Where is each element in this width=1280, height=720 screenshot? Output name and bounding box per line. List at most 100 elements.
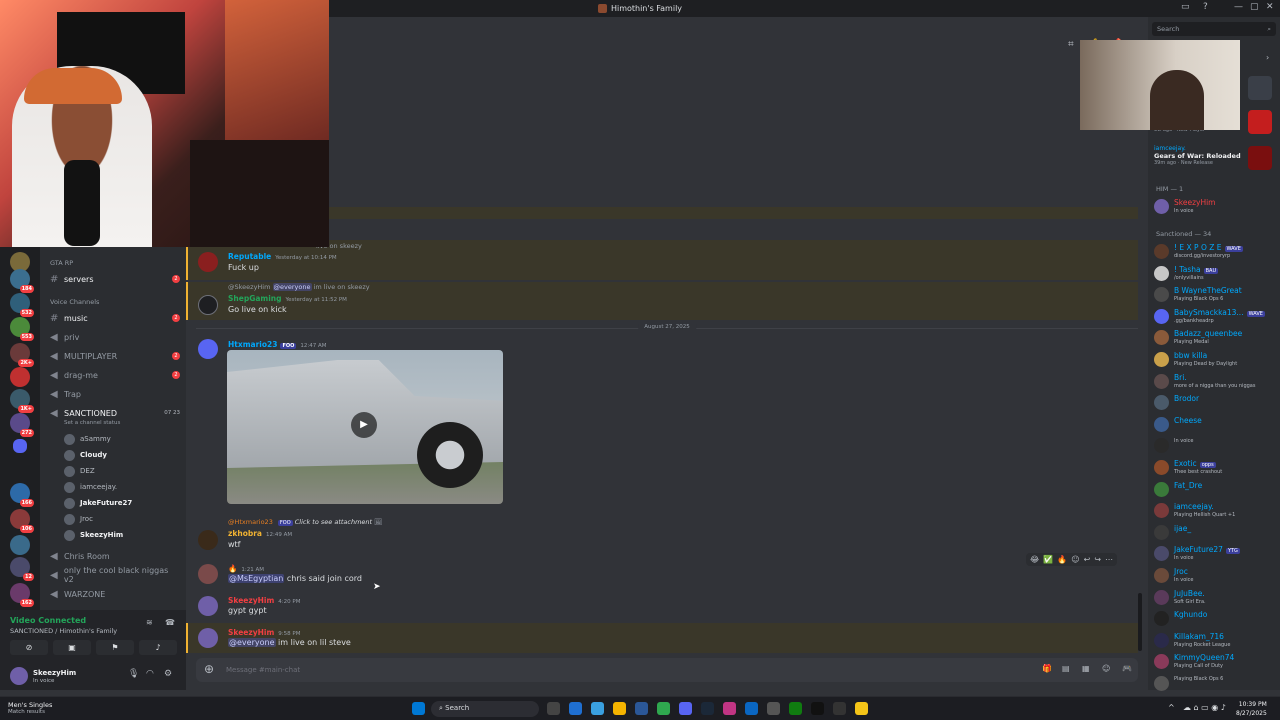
taskbar-search[interactable]: ⌕ Search — [431, 701, 539, 717]
member-item[interactable]: BabySmackka13... WAVE .gg/bankheadrp — [1154, 308, 1265, 328]
windows-start-icon[interactable] — [412, 702, 425, 715]
member-item[interactable]: ! E X P O Z E WAVE discord.gg/investoryrp — [1154, 243, 1243, 263]
everyone-mention[interactable]: @everyone — [272, 283, 312, 291]
message-author[interactable]: ShepGaming Yesterday at 11:52 PM — [228, 294, 347, 303]
activity-card[interactable]: iamceejay. Gears of War: Reloaded 39m ag… — [1154, 145, 1241, 166]
gear-icon[interactable]: ⚙ — [164, 669, 172, 679]
member-item[interactable]: Playing Black Ops 6 — [1154, 675, 1223, 695]
reply-preview[interactable]: @Htxmario23 FOO Click to see attachment … — [228, 518, 382, 526]
message-author[interactable]: Reputable Yesterday at 10:14 PM — [228, 252, 337, 261]
activities-button[interactable]: ⚑ — [96, 640, 134, 655]
avatar[interactable] — [198, 628, 218, 648]
tray-icons[interactable]: ☁ ⌂ ▭ ◉ ♪ — [1183, 703, 1226, 712]
avatar[interactable] — [198, 564, 218, 584]
member-item[interactable]: In voice — [1154, 437, 1193, 457]
gif-icon[interactable]: ▤ — [1062, 664, 1070, 673]
threads-icon[interactable]: ⌗ — [1068, 39, 1074, 50]
avatar[interactable] — [198, 530, 218, 550]
member-item[interactable]: Killakam_716 Playing Rocket League — [1154, 632, 1230, 652]
channel-warzone[interactable]: ◀ WARZONE — [50, 586, 180, 602]
weather-widget[interactable]: Men's Singles Match results — [8, 701, 52, 715]
avatar[interactable] — [198, 252, 218, 272]
channel-servers[interactable]: # servers 2 — [50, 271, 180, 287]
minimize-button[interactable]: — — [1234, 2, 1243, 12]
server-icon-10[interactable]: 106 — [10, 509, 34, 533]
avatar[interactable] — [10, 667, 28, 685]
tray-chevron-icon[interactable]: ^ — [1168, 703, 1175, 712]
member-item[interactable]: ijae_ — [1154, 524, 1191, 544]
steam-icon[interactable] — [701, 702, 714, 715]
add-reaction-icon[interactable]: ☺ — [1071, 555, 1079, 564]
copilot-icon[interactable] — [591, 702, 604, 715]
voice-user[interactable]: Jroc — [64, 512, 93, 526]
avatar[interactable] — [198, 295, 218, 315]
emoji-icon[interactable]: ☺ — [1102, 664, 1110, 673]
server-icon-11[interactable] — [10, 535, 30, 555]
reply-preview[interactable]: @SkeezyHim @everyone im live on skeezy — [228, 283, 370, 291]
mic-icon[interactable]: 🎙 — [128, 669, 139, 679]
explorer-icon[interactable] — [613, 702, 626, 715]
message-author[interactable]: zkhobra 12:49 AM — [228, 529, 292, 538]
voice-user[interactable]: JakeFuture27 — [64, 496, 132, 510]
voice-user[interactable]: Cloudy — [64, 448, 107, 462]
gift-icon[interactable]: 🎁 — [1042, 664, 1052, 673]
member-item[interactable]: Cheese — [1154, 416, 1202, 436]
disconnect-icon[interactable]: ☎ — [165, 618, 175, 627]
member-item[interactable]: JakeFuture27 YTG In voice — [1154, 545, 1240, 565]
sticker-icon[interactable]: ▦ — [1082, 664, 1090, 673]
game-icon-side[interactable] — [1248, 76, 1272, 100]
reply-icon[interactable]: ↩ — [1084, 555, 1091, 564]
close-button[interactable]: ✕ — [1266, 2, 1274, 12]
server-icon-12[interactable]: 12 — [10, 557, 34, 581]
member-item[interactable]: SkeezyHim In voice — [1154, 198, 1215, 218]
channel-sanctioned[interactable]: ◀ SANCTIONED 07 23 — [50, 405, 180, 421]
discord-icon[interactable] — [679, 702, 692, 715]
everyone-mention[interactable]: @everyone — [228, 638, 276, 647]
voice-location[interactable]: SANCTIONED / Himothin's Family — [10, 627, 117, 635]
server-icon-9[interactable]: 166 — [10, 483, 34, 507]
member-item[interactable]: B WayneTheGreat Playing Black Ops 6 — [1154, 286, 1242, 306]
message-author[interactable]: 🔥 1:21 AM — [228, 564, 264, 573]
voice-user[interactable]: aSammy — [64, 432, 111, 446]
message-author[interactable]: SkeezyHim 9:58 PM — [228, 628, 300, 637]
signal-icon[interactable]: ≋ — [146, 618, 153, 627]
member-item[interactable]: Kghundo — [1154, 610, 1207, 630]
folder-icon[interactable] — [13, 439, 27, 453]
channel-music[interactable]: # music 2 — [50, 310, 180, 326]
discord-avatar-icon[interactable] — [198, 339, 218, 359]
channel-chris-room[interactable]: ◀ Chris Room — [50, 548, 180, 564]
gears-of-war-icon[interactable] — [1248, 146, 1272, 170]
channel-cool[interactable]: ◀ only the cool black niggas v2 — [50, 566, 180, 584]
member-item[interactable]: iamceejay. Playing Hellish Quart +1 — [1154, 502, 1235, 522]
sticky-notes-icon[interactable] — [855, 702, 868, 715]
channel-priv[interactable]: ◀ priv — [50, 329, 180, 345]
channel-status-hint[interactable]: Set a channel status — [64, 420, 120, 426]
among-us-icon[interactable] — [1248, 110, 1272, 134]
app-icon[interactable] — [833, 702, 846, 715]
member-item[interactable]: Exotic opps Thee best crashout — [1154, 459, 1222, 479]
scrollbar[interactable] — [1138, 593, 1142, 651]
tiktok-icon[interactable] — [811, 702, 824, 715]
server-icon-7[interactable]: 1K+ — [10, 389, 34, 413]
member-item[interactable]: ! Tasha BAU/onlyvillains — [1154, 265, 1219, 285]
chevron-right-icon[interactable]: › — [1266, 53, 1269, 62]
app-icon[interactable] — [745, 702, 758, 715]
server-icon-3[interactable]: 532 — [10, 293, 34, 317]
forward-icon[interactable]: ↪ — [1094, 555, 1101, 564]
channel-multiplayer[interactable]: ◀ MULTIPLAYER 2 — [50, 348, 180, 364]
maximize-button[interactable]: ▢ — [1250, 2, 1259, 12]
more-icon[interactable]: ⋯ — [1105, 555, 1113, 564]
message-author[interactable]: SkeezyHim 4:20 PM — [228, 596, 300, 605]
member-item[interactable]: Brodor — [1154, 394, 1199, 414]
category-gta[interactable]: GTA RP — [50, 259, 73, 267]
reaction-icon[interactable]: 😂 — [1030, 555, 1039, 564]
server-icon-8[interactable]: 272 — [10, 413, 34, 437]
avatar[interactable] — [198, 596, 218, 616]
category-voice[interactable]: Voice Channels — [50, 298, 99, 306]
soundboard-button[interactable]: ♪ — [139, 640, 177, 655]
voice-user[interactable]: DEZ — [64, 464, 95, 478]
plus-icon[interactable]: ⊕ — [204, 662, 214, 676]
xbox-icon[interactable] — [789, 702, 802, 715]
reaction-icon[interactable]: ✅ — [1043, 555, 1053, 564]
clock[interactable]: 10:39 PM 8/27/2025 — [1236, 700, 1267, 718]
